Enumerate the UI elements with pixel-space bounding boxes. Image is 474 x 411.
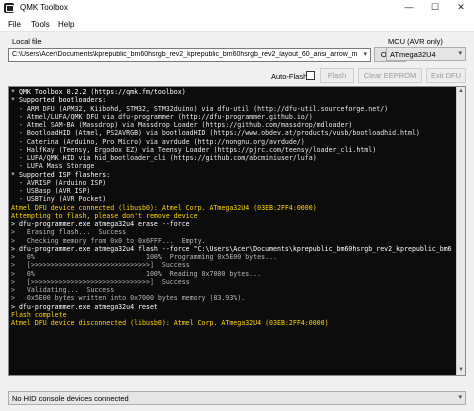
mcu-select[interactable]: ATmega32U4 ▾ [386, 47, 466, 61]
console-lines: * QMK Toolbox 0.2.2 (https://qmk.fm/tool… [11, 88, 457, 327]
minimize-button[interactable]: — [396, 0, 422, 16]
console-line: - Caterina (Arduino, Pro Micro) via avrd… [11, 137, 305, 146]
mcu-label: MCU (AVR only) [388, 37, 443, 46]
auto-flash-checkbox[interactable] [306, 71, 315, 80]
hid-console-select[interactable]: No HID console devices connected ▾ [8, 391, 466, 405]
chevron-down-icon[interactable]: ▾ [458, 49, 462, 57]
local-file-path: C:\Users\Acer\Documents\kprepublic_bm60h… [12, 51, 357, 58]
console-line: > 0x5E00 bytes written into 0x7000 bytes… [11, 294, 246, 303]
console-line: > dfu-programmer.exe atmega32u4 flash --… [11, 244, 452, 253]
clear-eeprom-button[interactable]: Clear EEPROM [358, 68, 422, 83]
qmk-logo-icon [4, 3, 14, 13]
console-line: Atmel DFU device disconnected (libusb0):… [11, 319, 329, 327]
menu-tools[interactable]: Tools [31, 20, 50, 29]
scroll-down-icon[interactable]: ▼ [457, 366, 465, 375]
title-bar: QMK Toolbox — ☐ ✕ [0, 0, 474, 16]
console-line: - USBTiny (AVR Pocket) [11, 195, 107, 204]
menu-help[interactable]: Help [58, 20, 74, 29]
console-log[interactable]: * QMK Toolbox 0.2.2 (https://qmk.fm/tool… [8, 86, 466, 376]
chevron-down-icon[interactable]: ▾ [363, 50, 367, 58]
console-line: > [>>>>>>>>>>>>>>>>>>>>>>>>>>>>>>] Succe… [11, 261, 190, 270]
console-line: * Supported bootloaders: [11, 96, 107, 105]
menu-bar: File Tools Help [0, 16, 474, 32]
console-line: - BootloadHID (Atmel, PS2AVRGB) via boot… [11, 129, 420, 138]
console-line: > 0% 100% Reading 0x7000 bytes... [11, 269, 262, 278]
console-line: - HalfKay (Teensy, Ergodox EZ) via Teens… [11, 145, 377, 154]
menu-file[interactable]: File [8, 20, 21, 29]
window-title: QMK Toolbox [20, 3, 68, 12]
hid-console-value: No HID console devices connected [12, 394, 129, 403]
console-scrollbar[interactable]: ▲ ▼ [456, 87, 465, 375]
console-line: - AVRISP (Arduino ISP) [11, 178, 107, 187]
console-line: > 0% 100% Programming 0x5E00 bytes... [11, 253, 277, 261]
console-line: > Validating... Success [11, 286, 115, 294]
auto-flash-label: Auto-Flash [271, 72, 308, 81]
console-line: - Atmel/LUFA/QMK DFU via dfu-programmer … [11, 112, 313, 121]
console-line: Attempting to flash, please don't remove… [11, 211, 198, 220]
console-line: > dfu-programmer.exe atmega32u4 reset [11, 302, 158, 311]
exit-dfu-button[interactable]: Exit DFU [426, 68, 466, 83]
console-line: * QMK Toolbox 0.2.2 (https://qmk.fm/tool… [11, 88, 186, 96]
console-line: - LUFA Mass Storage [11, 162, 95, 171]
flash-button[interactable]: Flash [320, 68, 354, 83]
console-line: > dfu-programmer.exe atmega32u4 erase --… [11, 220, 190, 228]
console-line: - LUFA/QMK HID via hid_bootloader_cli (h… [11, 154, 317, 162]
console-line: Flash complete [11, 310, 67, 319]
local-file-label: Local file [12, 37, 42, 46]
console-line: Atmel DFU device connected (libusb0): At… [11, 203, 317, 212]
console-line: * Supported ISP flashers: [11, 170, 111, 179]
close-button[interactable]: ✕ [448, 0, 474, 16]
scroll-up-icon[interactable]: ▲ [457, 87, 465, 96]
mcu-value: ATmega32U4 [390, 50, 436, 59]
console-line: > Erasing flash... Success [11, 228, 127, 237]
console-line: - Atmel SAM-BA (Massdrop) via Massdrop L… [11, 121, 353, 129]
console-line: - ARM DFU (APM32, Kiibohd, STM32, STM32d… [11, 104, 389, 113]
maximize-button[interactable]: ☐ [422, 0, 448, 16]
chevron-down-icon[interactable]: ▾ [458, 393, 462, 401]
console-line: > Checking memory from 0x0 to 0x6FFF... … [11, 236, 206, 245]
local-file-combobox[interactable]: C:\Users\Acer\Documents\kprepublic_bm60h… [8, 48, 371, 62]
console-line: - USBasp (AVR ISP) [11, 187, 91, 195]
console-line: > [>>>>>>>>>>>>>>>>>>>>>>>>>>>>>>] Succe… [11, 277, 190, 286]
